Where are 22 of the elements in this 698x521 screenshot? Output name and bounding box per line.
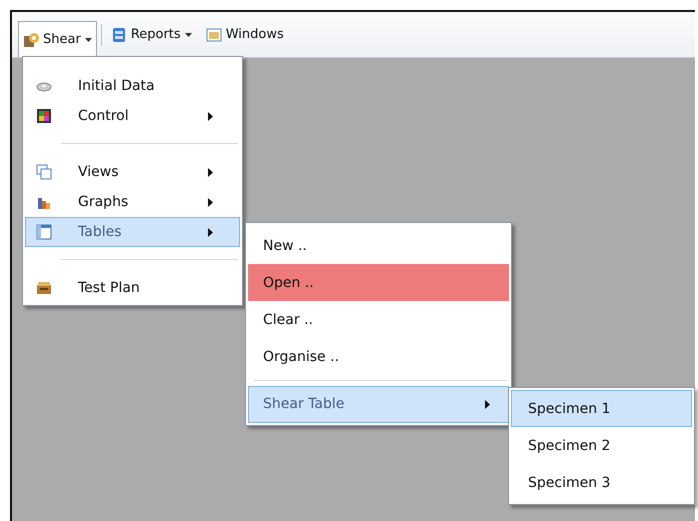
toolbar-menu-button[interactable]: Windows (200, 20, 289, 48)
menu-item[interactable]: Test Plan (25, 273, 240, 303)
table-icon (36, 224, 52, 240)
toolbar-menu-button[interactable]: Shear (18, 21, 97, 57)
menu-item[interactable]: Shear Table (248, 386, 509, 423)
menu-item[interactable]: Organise .. (248, 338, 509, 376)
menu-item[interactable]: Control (25, 101, 240, 131)
report-icon (110, 26, 127, 42)
menu-item[interactable]: Initial Data (25, 71, 240, 101)
menu-item[interactable]: New .. (248, 227, 509, 264)
menu-item[interactable]: Specimen 1 (511, 390, 692, 428)
menu-item[interactable]: Views (25, 157, 240, 187)
palette-icon (36, 108, 52, 124)
menu-item[interactable]: Specimen 2 (511, 427, 692, 465)
menu-item[interactable]: Tables (25, 217, 240, 247)
menu-item[interactable]: Graphs (25, 187, 240, 217)
menu-item[interactable]: Specimen 3 (511, 464, 692, 502)
box-icon (36, 280, 52, 296)
toolbar-menu-button[interactable]: Reports (106, 20, 197, 48)
windows-icon (36, 164, 52, 180)
menu-item[interactable]: Open .. (248, 264, 509, 302)
menu-item[interactable]: Clear .. (248, 301, 509, 339)
